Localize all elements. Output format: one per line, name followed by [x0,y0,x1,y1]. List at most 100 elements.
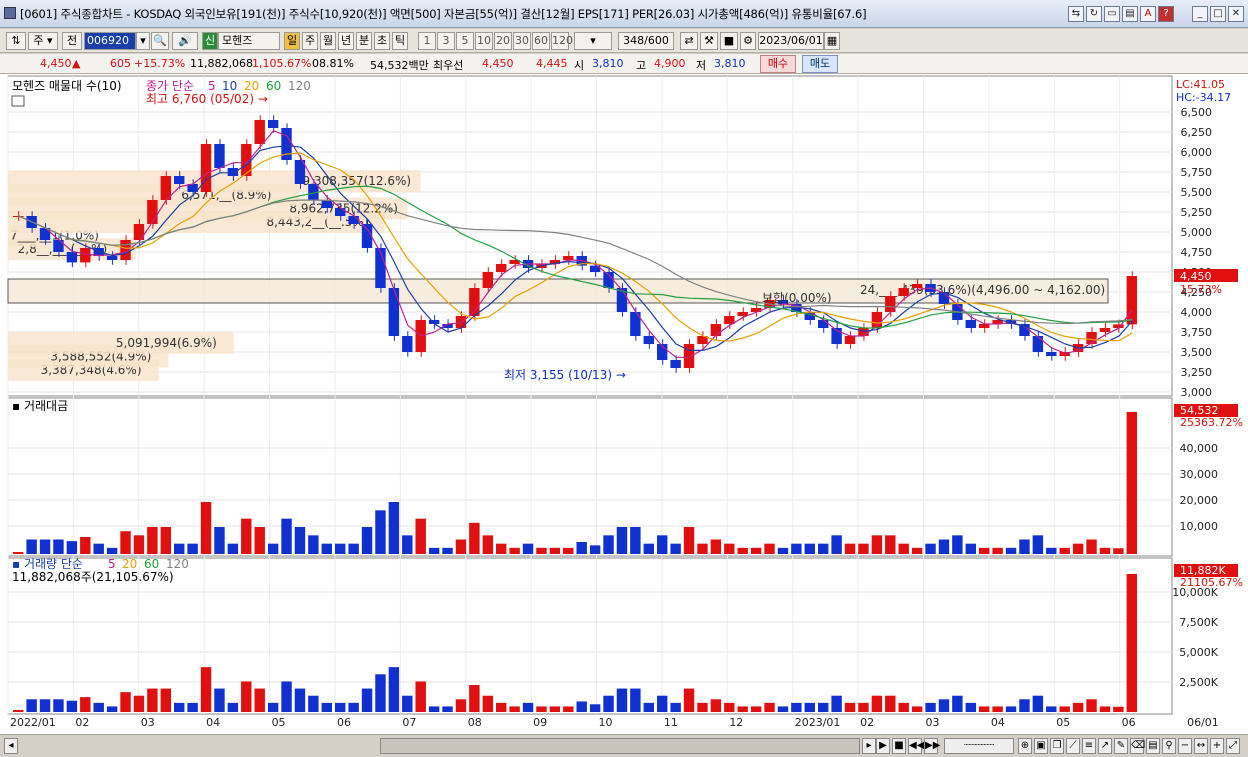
volume-panel [7,557,1173,715]
candle-body [1113,324,1124,328]
refresh-icon[interactable]: ↻ [1086,6,1102,22]
fit-icon[interactable]: ⤢ [1226,738,1240,754]
rewind-icon[interactable]: ◀◀ [908,738,924,754]
search-icon[interactable]: 🔍 [151,32,169,50]
sell-button[interactable]: 매도 [802,55,838,73]
chart-icon[interactable]: ⇅ [6,32,26,50]
copy-icon[interactable]: ❐ [1050,738,1064,754]
period-tab-4[interactable]: 분 [356,32,372,50]
trendline-icon[interactable]: ⟋ [1066,738,1080,754]
zoom-out-icon[interactable]: − [1178,738,1192,754]
crosshair-icon[interactable]: ⊕ [1018,738,1032,754]
link-icon[interactable]: ⇆ [1068,6,1084,22]
close-button[interactable]: ✕ [1228,6,1244,22]
eraser-icon[interactable]: ⌫ [1130,738,1145,754]
period-tab-0[interactable]: 일 [284,32,300,50]
stock-name-field[interactable]: 모헨즈 [218,32,280,50]
amount-bar [267,543,279,554]
amount-panel-title: ▪ 거래대금 [12,399,68,413]
period-tab-5[interactable]: 초 [374,32,390,50]
layout-icon[interactable]: ▭ [1104,6,1120,22]
capture-icon[interactable]: ▣ [1034,738,1048,754]
volume-bar [549,706,561,712]
chart-svg[interactable]: 6,500 6,250 6,000 5,750 5,500 5,250 5,000 4,750… [0,74,1248,734]
interval-custom-input[interactable]: ▾ [574,32,612,50]
chart-area[interactable]: 6,500 6,250 6,000 5,750 5,500 5,250 5,000 4,750… [0,74,1248,734]
chart-scrollbar[interactable]: ◂ ▸ ▶ ■ ◀◀ ▶▶ ┈┈┈┈┈ ⊕ ▣ ❐ ⟋ ≡ ↗ ✎ ⌫ ▤ ⚲ … [0,734,1248,757]
amount-bar [979,547,990,554]
period-tab-2[interactable]: 월 [320,32,336,50]
maximize-button[interactable]: □ [1210,6,1226,22]
help-icon[interactable]: ? [1158,6,1174,22]
amount-bar [858,543,869,554]
x-tick: 03 [926,716,940,729]
period-tab-6[interactable]: 틱 [392,32,408,50]
stop-icon[interactable]: ■ [892,738,906,754]
period-select[interactable]: 주 ▾ [28,32,58,50]
amount-bar [1072,543,1084,554]
calendar-icon[interactable]: ▦ [824,32,840,50]
scroll-thumb[interactable] [380,738,860,754]
candle-body [1126,276,1137,325]
brush-icon[interactable]: ✎ [1114,738,1128,754]
interval-button-60[interactable]: 60 [532,32,550,50]
amount-bar [925,543,936,554]
period-tab-1[interactable]: 주 [302,32,318,50]
interval-button-120[interactable]: 120 [551,32,573,50]
scroll-right-icon[interactable]: ▸ [862,738,876,754]
candle-body [267,120,279,128]
price-tick: 5,000 [1181,226,1213,239]
forward-icon[interactable]: ▶▶ [924,738,940,754]
zoom-slider[interactable]: ┈┈┈┈┈ [944,738,1014,754]
amount-bar [724,543,735,554]
volume-bar [120,692,131,712]
date-field[interactable]: 2023/06/01 [758,32,824,50]
settings-icon[interactable]: ⚙ [740,32,756,50]
amount-bar [791,543,802,554]
ray-icon[interactable]: ↗ [1098,738,1112,754]
interval-button-1[interactable]: 1 [418,32,436,50]
volume-bar [335,702,346,712]
vol-ma-60: 60 [144,557,159,571]
interval-button-5[interactable]: 5 [456,32,474,50]
low-label: 저 [696,59,707,72]
save-icon[interactable]: ■ [720,32,738,50]
speaker-icon[interactable]: 🔊 [172,32,198,50]
amount-bar [1126,412,1137,554]
code-dropdown-icon[interactable]: ▾ [136,32,150,50]
buy-button[interactable]: 매수 [760,55,796,73]
interval-button-3[interactable]: 3 [437,32,455,50]
play-icon[interactable]: ▶ [876,738,890,754]
volume-bar [241,681,252,712]
interval-button-20[interactable]: 20 [494,32,512,50]
period-tab-3[interactable]: 년 [338,32,354,50]
ma-period-10: 10 [222,79,237,93]
candle-body [106,256,118,260]
tool-icon[interactable]: ⚒ [700,32,718,50]
interval-button-10[interactable]: 10 [475,32,493,50]
fib-icon[interactable]: ≡ [1082,738,1096,754]
amount-bar [965,543,976,554]
amount-bar [442,547,453,554]
expand-icon[interactable]: ↔ [1194,738,1208,754]
minimize-button[interactable]: _ [1192,6,1208,22]
volume-bar [26,699,37,712]
alert-icon[interactable]: A [1140,6,1156,22]
count-field[interactable]: 348/600 [618,32,674,50]
scroll-left-icon[interactable]: ◂ [4,738,18,754]
open-value: 3,810 [592,57,624,70]
volume-bar [710,699,722,712]
volume-bar [858,702,869,712]
candle-body [670,360,681,368]
interval-button-30[interactable]: 30 [513,32,531,50]
stock-code-input[interactable]: 006920 [84,32,136,50]
trade-icon[interactable]: ⇄ [680,32,698,50]
prev-button[interactable]: 전 [62,32,82,50]
candle-body [53,240,64,252]
print-icon[interactable]: ▤ [1122,6,1138,22]
amount-bar [563,547,574,554]
amount-bar [174,543,185,554]
layers-icon[interactable]: ▤ [1146,738,1160,754]
zoom-in-icon[interactable]: + [1210,738,1224,754]
magnify-icon[interactable]: ⚲ [1162,738,1176,754]
